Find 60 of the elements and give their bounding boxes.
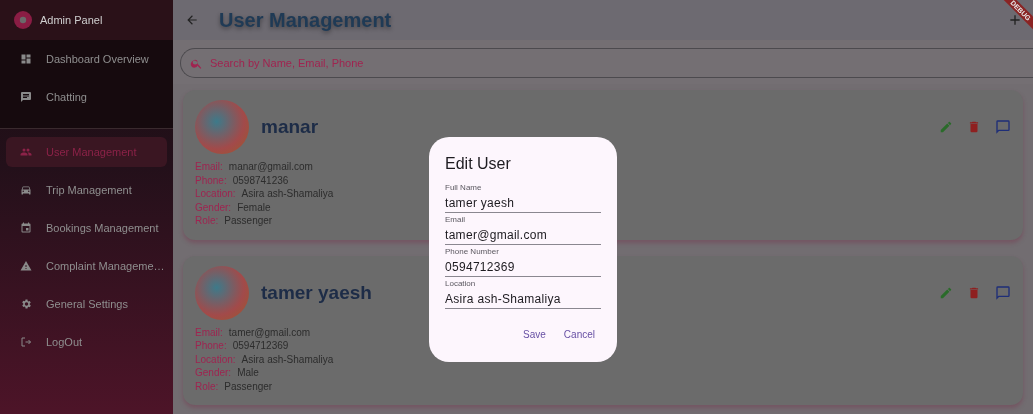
field-label: Phone: [195, 339, 227, 353]
text-field[interactable]: tamer yaesh [445, 195, 601, 213]
field-label: Email: [195, 325, 223, 339]
field-label: Role: [195, 214, 219, 228]
sidebar-item[interactable]: LogOut [6, 327, 167, 357]
field-label: Gender: [195, 366, 232, 380]
field-label: Email [445, 215, 465, 225]
field-value: tamer@gmail.com [228, 325, 311, 339]
logo-icon [14, 11, 32, 29]
field-label: Phone Number [445, 247, 499, 257]
save-button[interactable]: Save [517, 325, 552, 344]
back-arrow-icon[interactable] [185, 13, 199, 27]
user-name: tamer yaesh [261, 281, 372, 304]
sidebar-item[interactable]: Chatting [6, 82, 167, 112]
edit-icon[interactable] [939, 285, 953, 300]
field-value: 0594712369 [232, 339, 289, 353]
text-field[interactable]: Asira ash-Shamaliya [445, 291, 601, 309]
sidebar-item[interactable]: General Settings [6, 289, 167, 319]
field-value: 0598741236 [232, 173, 289, 187]
sidebar-item[interactable]: Bookings Management [6, 213, 167, 243]
field-label: Full Name [445, 183, 482, 193]
field-value: Female [237, 200, 271, 214]
chat-icon[interactable] [995, 119, 1011, 135]
car-icon [20, 184, 32, 196]
chat-icon[interactable] [995, 284, 1011, 301]
dashboard-icon [20, 53, 32, 65]
search-icon [190, 57, 203, 70]
avatar-photo-placeholder [195, 265, 249, 320]
delete-icon[interactable] [967, 120, 981, 134]
logout-icon [20, 336, 32, 348]
dialog-title: Edit User [445, 155, 512, 173]
field-label: Location: [195, 352, 236, 366]
text-field[interactable]: tamer@gmail.com [445, 227, 601, 245]
settings-icon [20, 298, 32, 310]
field-label: Location: [195, 187, 236, 201]
page-title: User Management [219, 8, 393, 32]
sidebar-item[interactable]: Trip Management [6, 175, 167, 205]
people-icon [20, 146, 32, 158]
field-value: Passenger [224, 379, 273, 393]
sidebar-item[interactable]: Complaint Manageme… [6, 251, 167, 281]
search-field[interactable]: Search by Name, Email, Phone [180, 48, 1033, 78]
avatar-photo-placeholder [195, 100, 249, 154]
chat-icon [20, 91, 32, 103]
field-label: Email: [195, 160, 223, 174]
field-value: Male [237, 366, 259, 380]
field-label: Gender: [195, 200, 232, 214]
field-label: Location [445, 279, 476, 289]
field-label: Role: [195, 379, 219, 393]
edit-icon[interactable] [939, 120, 953, 134]
field-value: Asira ash-Shamaliya [241, 352, 334, 366]
cancel-button[interactable]: Cancel [557, 325, 601, 344]
warning-icon [20, 260, 32, 272]
delete-icon[interactable] [967, 285, 981, 300]
field-value: Passenger [224, 214, 273, 228]
text-field[interactable]: 0594712369 [445, 259, 601, 277]
sidebar-title: Admin Panel [40, 14, 103, 26]
user-name: manar [261, 116, 319, 138]
field-label: Phone: [195, 173, 227, 187]
calendar-icon [20, 222, 32, 234]
sidebar-item[interactable]: Dashboard Overview [6, 44, 167, 74]
